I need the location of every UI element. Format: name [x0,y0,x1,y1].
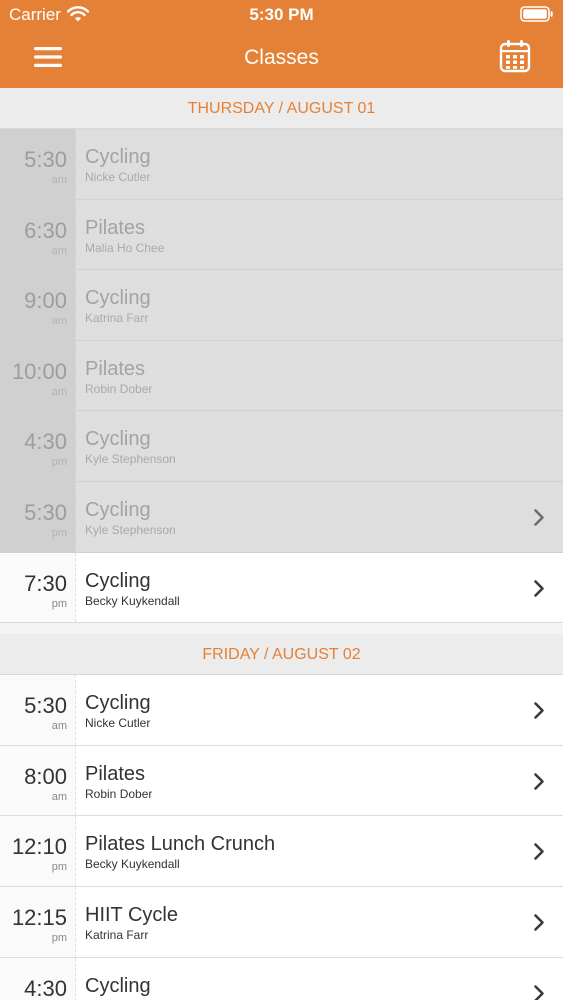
time-column: 5:30 am [0,675,76,745]
nav-bar: Classes [0,30,563,88]
time-column: 12:15 pm [0,886,76,957]
class-title: Cycling [85,146,151,168]
chevron-right-icon [534,579,544,597]
class-time-period: am [51,385,67,398]
time-column: 5:30 pm [0,481,76,552]
class-time: 5:30 [24,693,67,719]
class-row[interactable]: 10:00 am Pilates Robin Dober [0,340,563,412]
class-row[interactable]: 5:30 pm Cycling Kyle Stephenson [0,481,563,553]
class-title: Pilates Lunch Crunch [85,833,276,856]
class-title: Pilates [85,762,146,785]
battery-icon [520,6,553,22]
section-header-date: THURSDAY / AUGUST 01 [0,88,563,129]
class-title: Cycling [85,692,151,715]
chevron-right-icon [534,984,544,1000]
class-row[interactable]: 7:30 pm Cycling Becky Kuykendall [0,552,563,624]
class-time: 8:00 [24,763,67,789]
class-instructor: Katrina Farr [85,927,149,942]
status-time: 5:30 PM [249,5,314,24]
time-column: 10:00 am [0,340,76,411]
class-time-period: am [51,720,67,733]
class-title: Cycling [85,974,151,997]
class-time-period: pm [51,861,67,874]
chevron-right-icon [534,702,544,719]
class-row[interactable]: 12:15 pm HIIT Cycle Katrina Farr [0,886,563,958]
class-instructor: Becky Kuykendall [85,593,180,608]
class-time-period: am [51,315,67,328]
class-time: 5:30 [24,147,67,172]
time-column: 12:10 pm [0,816,76,886]
class-title: Cycling [85,569,151,592]
class-time: 6:30 [24,217,67,243]
chevron-right-icon [534,772,544,790]
class-instructor: Kyle Stephenson [85,522,176,537]
class-instructor: Malia Ho Chee [85,240,165,255]
class-time-period: pm [51,931,67,944]
chevron-right-icon [534,843,544,861]
class-row[interactable]: 5:30 am Cycling Nicke Cutler [0,129,563,200]
class-time-period: am [51,790,67,803]
class-title: Cycling [85,498,151,521]
section-spacer [0,623,563,635]
time-column: 4:30pm [0,957,76,1000]
chevron-right-icon [534,509,544,526]
class-row[interactable]: 8:00 am Pilates Robin Dober [0,745,563,817]
calendar-icon[interactable] [499,39,531,73]
time-column: 9:00 am [0,270,76,340]
time-column: 5:30 am [0,129,76,199]
class-row[interactable]: 12:10 pm Pilates Lunch Crunch Becky Kuykend… [0,816,563,887]
class-title: Pilates [85,357,146,380]
class-time: 5:30 [24,499,67,525]
class-row[interactable]: 4:30pmCyclingBecky Kuykendall [0,957,563,1000]
section-header-date: FRIDAY / AUGUST 02 [0,634,563,676]
class-time-period: pm [51,526,67,539]
class-time: 4:30 [24,429,67,455]
app-header: Carrier 5:30 PM Classes [0,0,563,88]
class-time-period: pm [51,456,67,469]
time-column: 6:30 am [0,199,76,270]
chevron-right-icon [534,914,544,931]
class-row[interactable]: 4:30 pm Cycling Kyle Stephenson [0,411,563,482]
class-time: 9:00 [24,288,67,314]
class-instructor: Robin Dober [85,381,153,396]
class-title: Cycling [85,287,151,310]
class-list[interactable]: THURSDAY / AUGUST 01 5:30 am Cycling Nicke C… [0,88,563,1000]
class-time: 4:30 [24,975,67,1000]
class-row[interactable]: 9:00 am Cycling Katrina Farr [0,270,563,341]
time-column: 8:00 am [0,745,76,816]
page-title: Classes [244,46,319,69]
class-time: 12:15 [11,904,67,930]
class-row[interactable]: 5:30 am Cycling Nicke Cutler [0,675,563,746]
class-instructor: Nicke Cutler [85,170,151,184]
class-time: 7:30 [24,570,67,596]
class-title: Cycling [85,428,151,451]
class-instructor: Katrina Farr [85,311,149,326]
class-instructor: Nicke Cutler [85,716,151,731]
class-title: HIIT Cycle [85,903,178,926]
status-bar: Carrier 5:30 PM [0,0,563,30]
class-instructor: Robin Dober [85,786,153,801]
class-time-period: pm [51,597,67,610]
class-title: Pilates [85,216,146,239]
class-time: 12:10 [11,834,67,860]
class-time-period: am [51,174,67,186]
class-time-period: am [51,244,67,257]
class-row[interactable]: 6:30 am Pilates Malia Ho Chee [0,199,563,271]
class-instructor: Becky Kuykendall [85,857,180,872]
class-time: 10:00 [11,358,67,384]
class-instructor: Kyle Stephenson [85,452,176,467]
time-column: 7:30 pm [0,552,76,623]
time-column: 4:30pm [0,411,76,481]
